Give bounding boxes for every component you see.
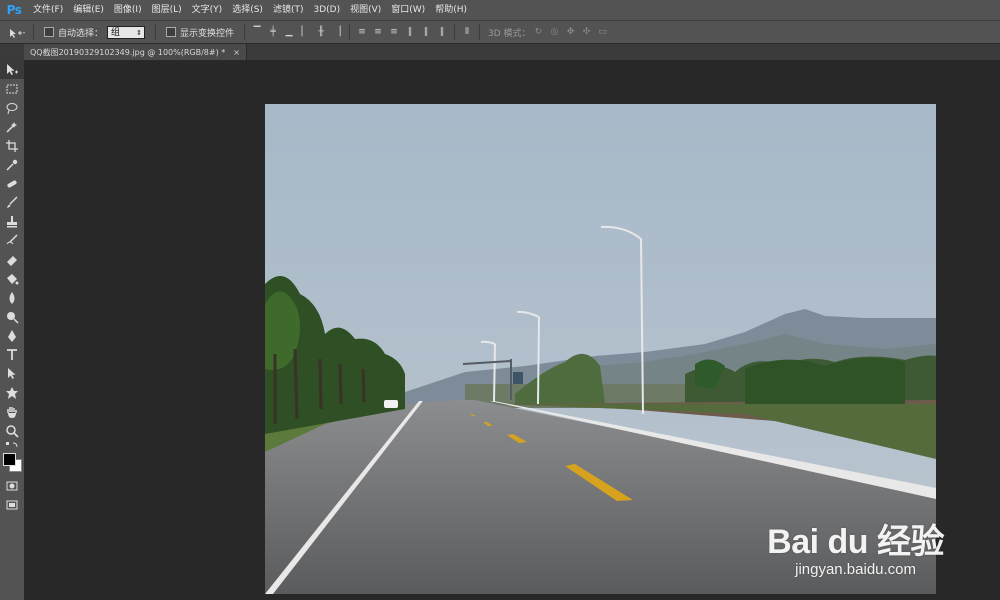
magic-wand-tool-icon[interactable]: [0, 117, 24, 136]
options-bar: 自动选择： 组 ⇕ 显示变换控件 ▔ ╪ ▁ ▏ ╫ ▕ ≡ ≡ ≡ ‖ ‖ ‖…: [0, 20, 1000, 44]
eyedropper-tool-icon[interactable]: [0, 155, 24, 174]
show-transform-label: 显示变换控件: [180, 28, 235, 39]
menu-edit[interactable]: 编辑(E): [68, 0, 109, 20]
distribute-hcenter-icon[interactable]: ‖: [421, 27, 431, 37]
watermark-main: Bai du 经验: [767, 523, 944, 561]
menu-filter[interactable]: 滤镜(T): [268, 0, 309, 20]
eraser-tool-icon[interactable]: [0, 250, 24, 269]
menu-image[interactable]: 图像(I): [109, 0, 147, 20]
swap-colors-icon[interactable]: [0, 440, 24, 450]
align-top-icon[interactable]: ▔: [252, 27, 262, 37]
document-tab-bar: QQ截图20190329102349.jpg @ 100%(RGB/8#) * …: [0, 44, 1000, 61]
blur-tool-icon[interactable]: [0, 288, 24, 307]
document-tab-title: QQ截图20190329102349.jpg @ 100%(RGB/8#) *: [30, 47, 226, 57]
auto-select-label: 自动选择：: [58, 28, 104, 39]
dodge-tool-icon[interactable]: [0, 307, 24, 326]
align-bottom-icon[interactable]: ▁: [284, 27, 294, 37]
menu-file[interactable]: 文件(F): [28, 0, 68, 20]
drag-3d-icon[interactable]: ✥: [566, 27, 576, 37]
path-selection-tool-icon[interactable]: [0, 364, 24, 383]
menu-help[interactable]: 帮助(H): [430, 0, 472, 20]
auto-select-value: 组: [111, 27, 121, 38]
tools-panel: [0, 60, 25, 600]
close-icon[interactable]: ×: [233, 48, 240, 57]
zoom-tool-icon[interactable]: [0, 421, 24, 440]
chevron-updown-icon: ⇕: [136, 28, 143, 37]
type-tool-icon[interactable]: [0, 345, 24, 364]
show-transform-checkbox[interactable]: [166, 27, 177, 37]
distribute-bottom-icon[interactable]: ≡: [389, 27, 399, 37]
shape-tool-icon[interactable]: [0, 383, 24, 402]
auto-align-icon[interactable]: ⫴: [462, 27, 472, 37]
hand-tool-icon[interactable]: [0, 402, 24, 421]
slide-3d-icon[interactable]: ✣: [582, 27, 592, 37]
menu-view[interactable]: 视图(V): [345, 0, 386, 20]
align-vcenter-icon[interactable]: ╪: [268, 27, 278, 37]
quick-mask-icon[interactable]: [0, 476, 24, 495]
align-hcenter-icon[interactable]: ╫: [316, 27, 326, 37]
history-brush-tool-icon[interactable]: [0, 231, 24, 250]
healing-brush-tool-icon[interactable]: [0, 174, 24, 193]
mode-3d-label: 3D 模式：: [488, 28, 531, 39]
rotate-3d-icon[interactable]: ↻: [534, 27, 544, 37]
menu-type[interactable]: 文字(Y): [187, 0, 228, 20]
move-tool-preset-icon[interactable]: [8, 27, 26, 38]
document-tab[interactable]: QQ截图20190329102349.jpg @ 100%(RGB/8#) * …: [24, 44, 247, 60]
auto-select-checkbox[interactable]: [44, 27, 54, 37]
distribute-left-icon[interactable]: ‖: [405, 27, 415, 37]
menu-layer[interactable]: 图层(L): [147, 0, 187, 20]
video-camera-icon[interactable]: ▭: [598, 27, 608, 37]
distribute-vcenter-icon[interactable]: ≡: [373, 27, 383, 37]
menu-bar: Ps 文件(F) 编辑(E) 图像(I) 图层(L) 文字(Y) 选择(S) 滤…: [0, 0, 1000, 20]
pen-tool-icon[interactable]: [0, 326, 24, 345]
menu-select[interactable]: 选择(S): [227, 0, 268, 20]
foreground-color-swatch[interactable]: [3, 453, 16, 466]
align-left-icon[interactable]: ▏: [300, 27, 310, 37]
roll-3d-icon[interactable]: ◎: [550, 27, 560, 37]
menu-window[interactable]: 窗口(W): [386, 0, 430, 20]
watermark-url: jingyan.baidu.com: [795, 561, 917, 578]
screen-mode-icon[interactable]: [0, 495, 24, 514]
photoshop-logo: Ps: [6, 3, 22, 17]
distribute-top-icon[interactable]: ≡: [357, 27, 367, 37]
marquee-tool-icon[interactable]: [0, 79, 24, 98]
move-tool-icon[interactable]: [0, 60, 24, 79]
canvas-area[interactable]: Bai du 经验 jingyan.baidu.com: [25, 61, 1000, 600]
paint-bucket-tool-icon[interactable]: [0, 269, 24, 288]
clone-stamp-tool-icon[interactable]: [0, 212, 24, 231]
color-swatches[interactable]: [0, 450, 24, 476]
baidu-watermark: Bai du 经验 jingyan.baidu.com: [767, 514, 944, 578]
brush-tool-icon[interactable]: [0, 193, 24, 212]
align-right-icon[interactable]: ▕: [332, 27, 342, 37]
crop-tool-icon[interactable]: [0, 136, 24, 155]
auto-select-dropdown[interactable]: 组 ⇕: [107, 25, 146, 39]
lasso-tool-icon[interactable]: [0, 98, 24, 117]
distribute-right-icon[interactable]: ‖: [437, 27, 447, 37]
menu-3d[interactable]: 3D(D): [308, 0, 345, 20]
